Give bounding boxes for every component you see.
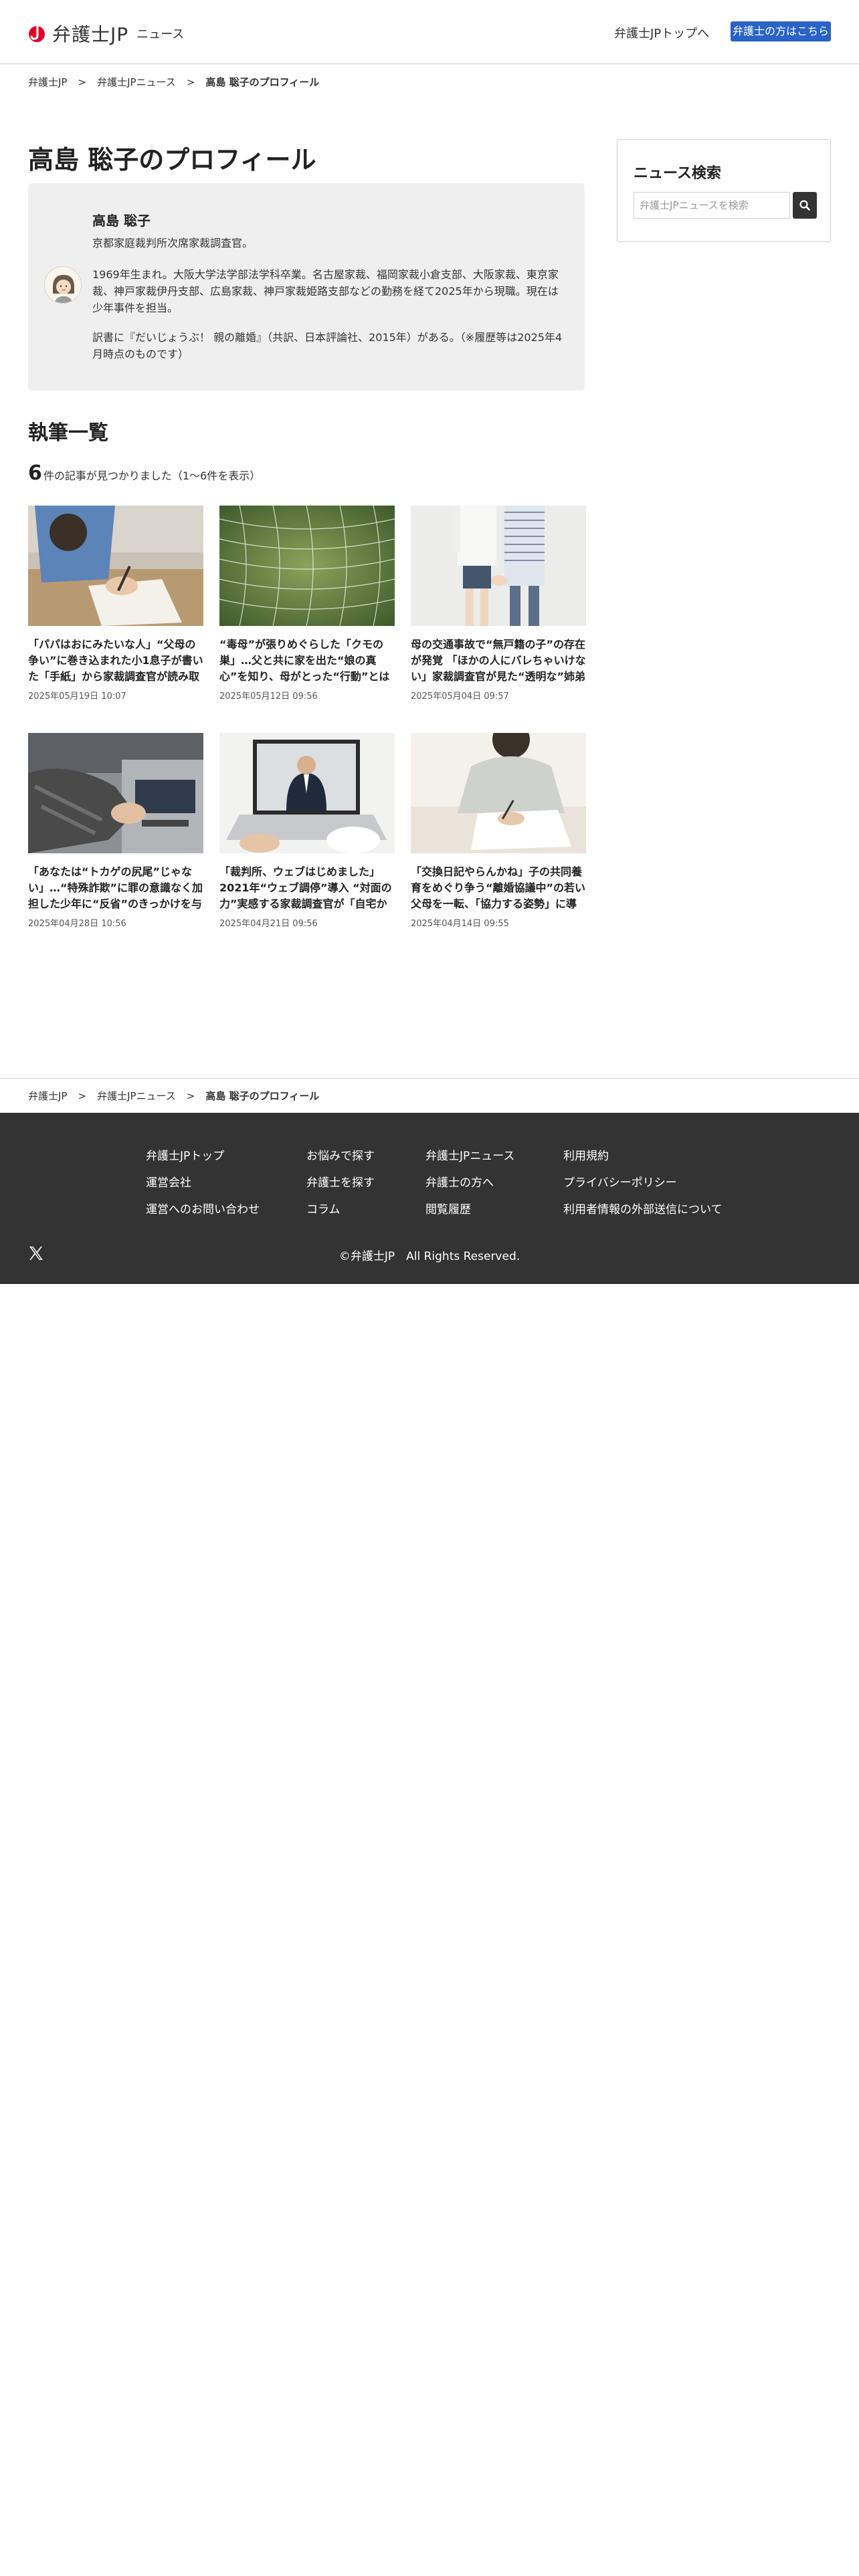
article-thumbnail-two-children[interactable]: [411, 506, 586, 626]
logo-subtext: ニュース: [136, 27, 185, 41]
footer-link-contact[interactable]: 運営へのお問い合わせ: [146, 1200, 260, 1216]
article-card[interactable]: 「裁判所、ウェブはじめました」2021年“ウェブ調停”導入 “対面の力”実感する…: [219, 733, 395, 929]
footer-link-find-lawyer[interactable]: 弁護士を探す: [306, 1173, 375, 1190]
article-date: 2025年05月04日 09:57: [411, 691, 509, 702]
footer-link-by-concern[interactable]: お悩みで探す: [306, 1146, 375, 1163]
footer-link-top[interactable]: 弁護士JPトップ: [146, 1146, 224, 1163]
article-card[interactable]: 「パパはおにみたいな人」“父母の争い”に巻き込まれた小1息子が書いた「手紙」から…: [28, 506, 203, 702]
article-card[interactable]: 「あなたは“トカゲの尻尾”じゃない」…“特殊詐欺”に罪の意識なく加担した少年に“…: [28, 733, 203, 929]
page-title: 高島 聡子のプロフィール: [28, 145, 316, 175]
breadcrumb-separator-icon: >: [186, 1089, 195, 1102]
article-title[interactable]: “毒母”が張りめぐらした「クモの巣」…父と共に家を出た“娘の真心”を知り、母がと…: [219, 637, 395, 685]
author-note: 訳書に『だいじょうぶ！ 親の離婚』（共訳、日本評論社、2015年）がある。（※履…: [92, 331, 563, 360]
site-footer: 弁護士JPトップ 運営会社 運営へのお問い合わせ お悩みで探す 弁護士を探す コ…: [0, 1113, 859, 1284]
footer-link-privacy[interactable]: プライバシーポリシー: [563, 1173, 677, 1190]
profile-card: 高島 聡子 京都家庭裁判所次席家裁調査官。 1969年生まれ。大阪大学法学部法学…: [28, 183, 585, 391]
breadcrumb-separator-icon: >: [78, 1089, 87, 1102]
article-title[interactable]: 「あなたは“トカゲの尻尾”じゃない」…“特殊詐欺”に罪の意識なく加担した少年に“…: [28, 864, 203, 912]
article-card[interactable]: “毒母”が張りめぐらした「クモの巣」…父と共に家を出た“娘の真心”を知り、母がと…: [219, 506, 395, 702]
breadcrumb-home[interactable]: 弁護士JP: [28, 1089, 67, 1103]
article-title[interactable]: 「交換日記やらんかね」子の共同養育をめぐり争う“離婚協議中”の若い父母を一転、「…: [411, 864, 586, 912]
footer-link-for-lawyers[interactable]: 弁護士の方へ: [425, 1173, 494, 1190]
article-date: 2025年04月21日 09:56: [219, 919, 318, 929]
article-card[interactable]: 「交換日記やらんかね」子の共同養育をめぐり争う“離婚協議中”の若い父母を一転、「…: [411, 733, 586, 929]
article-thumbnail-web-meeting[interactable]: [219, 733, 395, 853]
author-role: 京都家庭裁判所次席家裁調査官。: [92, 237, 254, 249]
breadcrumb-home[interactable]: 弁護士JP: [28, 75, 67, 89]
breadcrumb-news[interactable]: 弁護士JPニュース: [97, 1089, 176, 1103]
article-date: 2025年04月14日 09:55: [411, 919, 509, 929]
site-logo[interactable]: 弁護士JP ニュース: [28, 20, 184, 47]
article-title[interactable]: 「パパはおにみたいな人」“父母の争い”に巻き込まれた小1息子が書いた「手紙」から…: [28, 637, 203, 685]
footer-link-external-transmission[interactable]: 利用者情報の外部送信について: [563, 1200, 723, 1216]
news-search-title: ニュース検索: [634, 165, 721, 182]
article-thumbnail-child-writing[interactable]: [28, 506, 203, 626]
lawyer-login-button[interactable]: 弁護士の方はこちら: [731, 21, 831, 41]
result-count: 6 件の記事が見つかりました（1〜6件を表示）: [28, 461, 260, 485]
author-name: 高島 聡子: [92, 213, 151, 229]
article-date: 2025年05月12日 09:56: [219, 691, 318, 702]
footer-link-history[interactable]: 閲覧履歴: [425, 1200, 471, 1216]
result-count-number: 6: [28, 461, 42, 485]
article-thumbnail-woman-writing[interactable]: [411, 733, 586, 853]
breadcrumb-news[interactable]: 弁護士JPニュース: [97, 75, 176, 89]
article-title[interactable]: 母の交通事故で“無戸籍の子”の存在が発覚 「ほかの人にバレちゃいけない」家裁調査…: [411, 637, 586, 685]
copyright: ©弁護士JP All Rights Reserved.: [339, 1250, 520, 1263]
article-card[interactable]: 母の交通事故で“無戸籍の子”の存在が発覚 「ほかの人にバレちゃいけない」家裁調査…: [411, 506, 586, 702]
article-date: 2025年05月19日 10:07: [28, 691, 126, 702]
footer-link-company[interactable]: 運営会社: [146, 1173, 191, 1190]
breadcrumb-separator-icon: >: [186, 76, 195, 88]
breadcrumb-current: 高島 聡子のプロフィール: [205, 76, 320, 88]
site-header: 弁護士JP ニュース 弁護士JPトップへ 弁護士の方はこちら: [0, 0, 859, 64]
news-search-input[interactable]: [634, 192, 790, 219]
logo-text: 弁護士JP: [52, 23, 129, 45]
article-title[interactable]: 「裁判所、ウェブはじめました」2021年“ウェブ調停”導入 “対面の力”実感する…: [219, 864, 395, 912]
article-thumbnail-atm-hand[interactable]: [28, 733, 203, 853]
result-count-text: 件の記事が見つかりました（1〜6件を表示）: [43, 469, 261, 482]
footer-link-news[interactable]: 弁護士JPニュース: [425, 1146, 514, 1163]
footer-divider: [0, 1078, 859, 1079]
search-icon: [799, 200, 810, 211]
article-date: 2025年04月28日 10:56: [28, 919, 126, 929]
news-search-panel: ニュース検索: [617, 139, 831, 242]
logo-mark-icon: [28, 23, 45, 43]
author-avatar: [44, 266, 82, 304]
breadcrumb-separator-icon: >: [78, 76, 87, 88]
breadcrumb-current: 高島 聡子のプロフィール: [205, 1090, 320, 1102]
footer-link-column[interactable]: コラム: [306, 1200, 341, 1216]
footer-link-terms[interactable]: 利用規約: [563, 1146, 609, 1163]
article-thumbnail-spider-web[interactable]: [219, 506, 395, 626]
author-bio: 1969年生まれ。大阪大学法学部法学科卒業。名古屋家裁、福岡家裁小倉支部、大阪家…: [92, 268, 559, 314]
articles-heading: 執筆一覧: [28, 421, 108, 445]
top-page-link[interactable]: 弁護士JPトップへ: [614, 24, 709, 41]
breadcrumb: 弁護士JP > 弁護士JPニュース > 高島 聡子のプロフィール: [28, 75, 319, 89]
search-button[interactable]: [793, 192, 817, 219]
breadcrumb-bottom: 弁護士JP > 弁護士JPニュース > 高島 聡子のプロフィール: [28, 1089, 319, 1103]
